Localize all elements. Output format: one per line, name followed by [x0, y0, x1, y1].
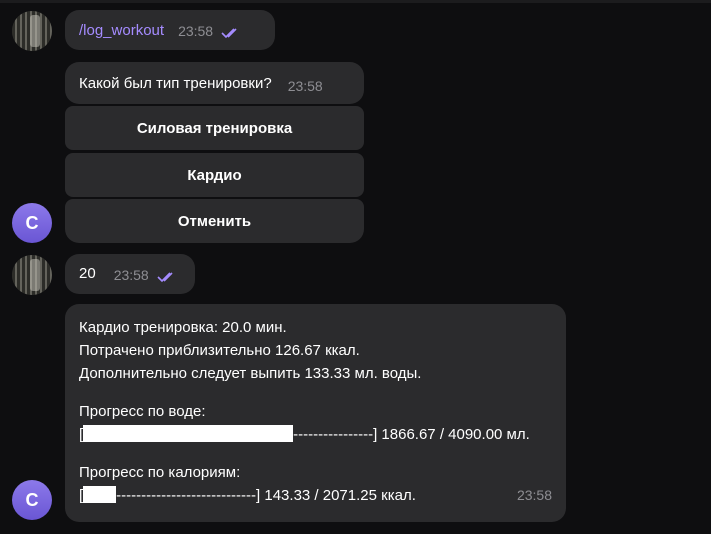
calorie-progress-value: 143.33 / 2071.25 ккал. — [260, 487, 416, 504]
user-avatar[interactable] — [12, 255, 52, 295]
command-link[interactable]: /log_workout — [79, 22, 164, 39]
keyboard-button-cancel[interactable]: Отменить — [65, 199, 364, 243]
message-time: 23:58 — [516, 487, 552, 503]
message-time: 23:58 — [178, 23, 214, 39]
water-progress-fill — [83, 425, 294, 442]
message-text: Какой был тип тренировки? — [79, 75, 272, 92]
message-text: 20 — [79, 265, 96, 282]
bot-avatar[interactable]: C — [12, 480, 52, 520]
message-time: 23:58 — [113, 267, 149, 283]
read-checks-icon — [157, 271, 177, 283]
outgoing-message-command: /log_workout 23:58 — [65, 10, 275, 50]
outgoing-message-reply: 20 23:58 — [65, 254, 195, 294]
top-divider — [0, 0, 711, 3]
summary-line: Дополнительно следует выпить 133.33 мл. … — [79, 365, 422, 382]
calorie-progress-bar: [----------------------------] 143.33 / … — [79, 486, 416, 504]
water-progress-value: 1866.67 / 4090.00 мл. — [377, 426, 530, 443]
calorie-progress-title: Прогресс по калориям: — [79, 464, 241, 481]
incoming-message-question: Какой был тип тренировки? 23:58 — [65, 62, 364, 104]
read-checks-icon — [221, 27, 241, 39]
incoming-message-summary: Кардио тренировка: 20.0 мин. Потрачено п… — [65, 304, 566, 522]
summary-line: Потрачено приблизительно 126.67 ккал. — [79, 342, 360, 359]
water-progress-bar: [----------------] 1866.67 / 4090.00 мл. — [79, 425, 530, 443]
keyboard-button-cardio[interactable]: Кардио — [65, 153, 364, 197]
summary-line: Кардио тренировка: 20.0 мин. — [79, 319, 287, 336]
message-time: 23:58 — [287, 78, 323, 94]
calorie-progress-fill — [83, 486, 117, 503]
water-progress-title: Прогресс по воде: — [79, 403, 206, 420]
keyboard-button-strength[interactable]: Силовая тренировка — [65, 106, 364, 150]
user-avatar[interactable] — [12, 11, 52, 51]
bot-avatar[interactable]: C — [12, 203, 52, 243]
